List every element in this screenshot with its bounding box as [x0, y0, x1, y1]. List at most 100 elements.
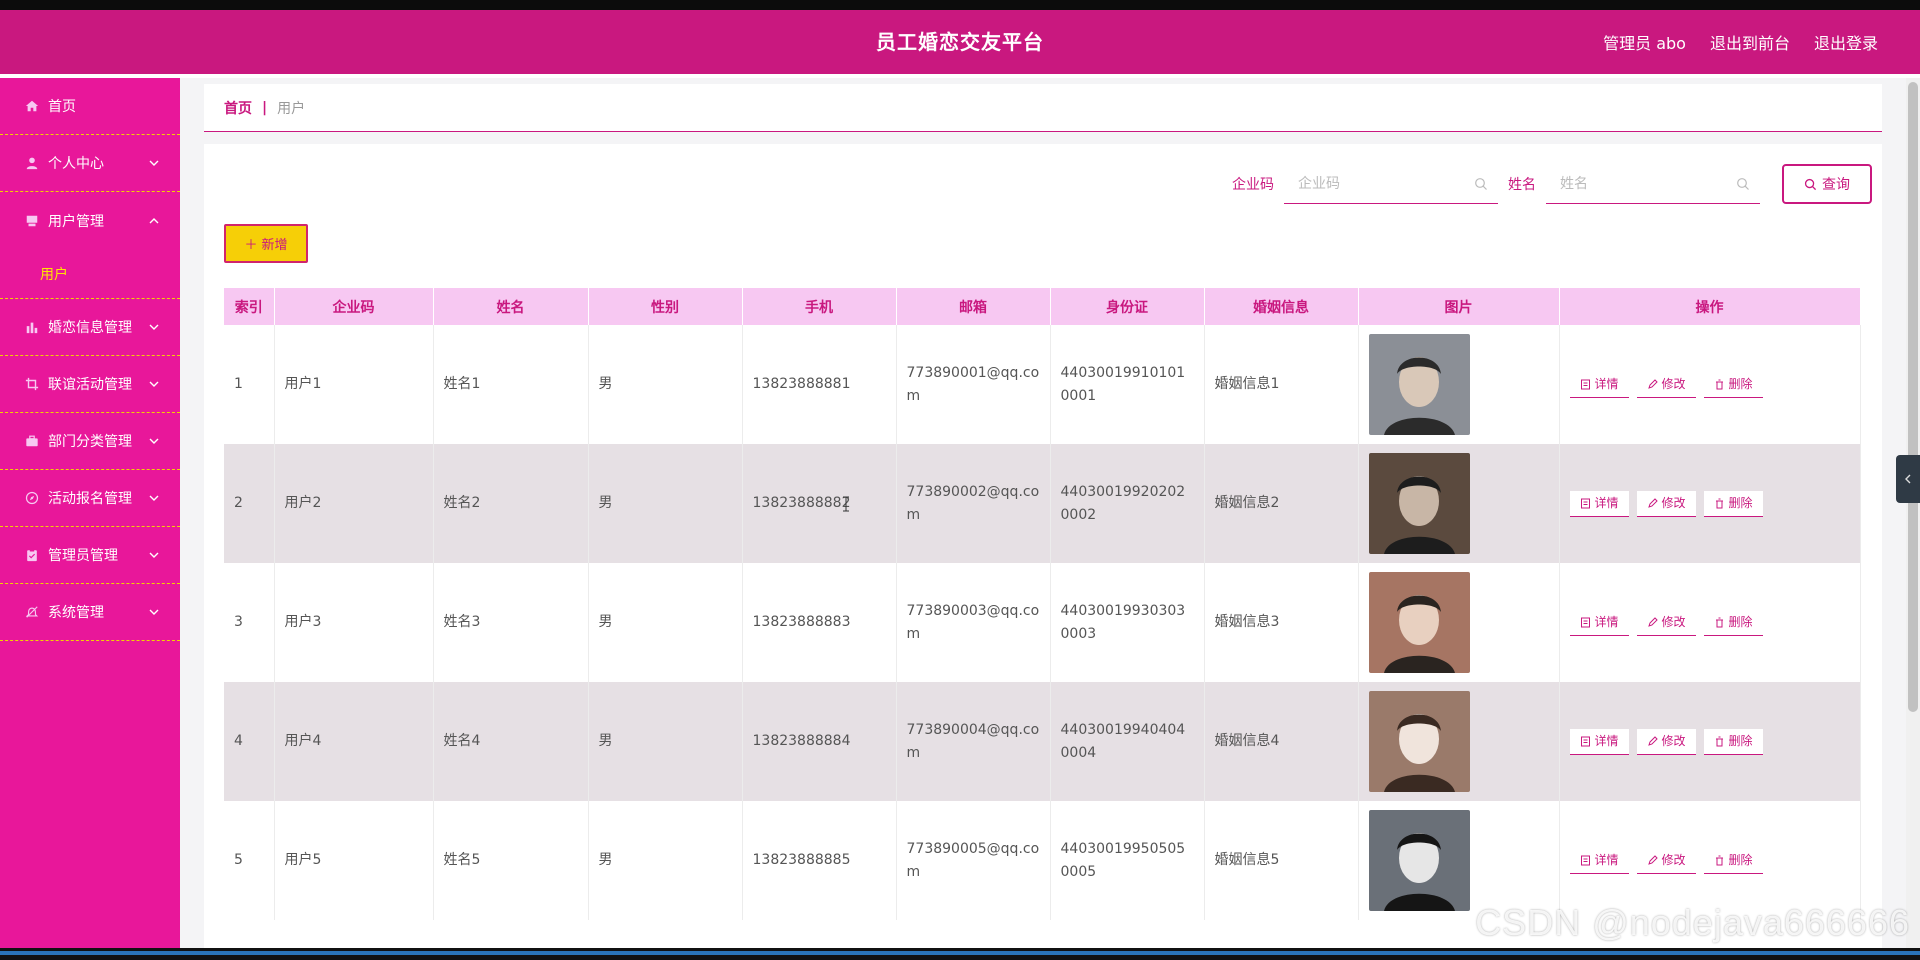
- action-label: 详情: [1594, 376, 1619, 391]
- sidebar-item-admin-management[interactable]: 管理员管理: [0, 527, 180, 584]
- cell-actions: 详情 修改 删除: [1559, 444, 1861, 563]
- cell-phone: 13823888884: [742, 682, 897, 801]
- cell-index: 5: [224, 801, 275, 920]
- cell-email: 773890004@qq.com: [896, 682, 1051, 801]
- cell-idcard: 440300199404040004: [1050, 682, 1205, 801]
- cell-index: 4: [224, 682, 275, 801]
- cell-phone: 13823888881: [742, 325, 897, 444]
- cell-name: 姓名4: [433, 682, 589, 801]
- breadcrumb-home[interactable]: 首页: [224, 98, 252, 118]
- cell-marriage: 婚姻信息4: [1204, 682, 1359, 801]
- logout-link[interactable]: 退出登录: [1814, 30, 1878, 54]
- cell-marriage: 婚姻信息5: [1204, 801, 1359, 920]
- action-label: 修改: [1661, 376, 1686, 391]
- edit-button[interactable]: 修改: [1636, 609, 1696, 636]
- chevron-down-icon: [149, 160, 159, 166]
- sidebar-item-activity-registration[interactable]: 活动报名管理: [0, 470, 180, 527]
- sidebar-item-home[interactable]: 首页: [0, 78, 180, 135]
- edit-button[interactable]: 修改: [1636, 490, 1696, 517]
- delete-button[interactable]: 删除: [1703, 609, 1763, 636]
- document-icon: [1580, 498, 1590, 508]
- sidebar-item-marriage-info[interactable]: 婚恋信息管理: [0, 299, 180, 356]
- cell-email: 773890001@qq.com: [896, 325, 1051, 444]
- name-input[interactable]: [1546, 164, 1760, 203]
- query-button-label: 查询: [1822, 177, 1850, 193]
- users-icon: [24, 213, 40, 229]
- chart-icon: [24, 319, 40, 335]
- admin-user-link[interactable]: 管理员 abo: [1603, 30, 1686, 54]
- table-row: 2 用户2 姓名2 男 13823888882 773890002@qq.com 44030…: [224, 444, 1861, 563]
- edit-button[interactable]: 修改: [1636, 728, 1696, 755]
- text-cursor-icon: [843, 496, 849, 512]
- chevron-down-icon: [149, 609, 159, 615]
- search-icon: [1804, 178, 1817, 190]
- column-header: 邮箱: [896, 288, 1051, 325]
- action-label: 详情: [1594, 733, 1619, 748]
- exit-to-frontend-link[interactable]: 退出到前台: [1710, 30, 1790, 54]
- user-photo[interactable]: [1368, 572, 1470, 673]
- detail-button[interactable]: 详情: [1569, 371, 1629, 398]
- video-progress-bar[interactable]: [0, 948, 1920, 960]
- breadcrumb-current: 用户: [277, 100, 306, 117]
- column-header: 操作: [1559, 288, 1861, 325]
- add-button[interactable]: ＋ 新增: [224, 224, 308, 263]
- query-button[interactable]: 查询: [1782, 164, 1872, 204]
- cell-idcard: 440300199505050005: [1050, 801, 1205, 920]
- action-label: 删除: [1728, 614, 1753, 629]
- column-header: 性别: [588, 288, 743, 325]
- edit-button[interactable]: 修改: [1636, 371, 1696, 398]
- main-area: 首页 | 用户 企业码 姓名 查询 ＋ 新增: [180, 78, 1920, 948]
- sidebar-item-system-management[interactable]: 系统管理: [0, 584, 180, 641]
- cell-name: 姓名2: [433, 444, 589, 563]
- trash-icon: [1715, 736, 1723, 746]
- user-photo[interactable]: [1368, 453, 1470, 554]
- delete-button[interactable]: 删除: [1703, 847, 1763, 874]
- sidebar-item-label: 系统管理: [48, 605, 104, 621]
- edit-button[interactable]: 修改: [1636, 847, 1696, 874]
- sidebar-item-user-management[interactable]: 用户管理: [0, 192, 180, 249]
- document-icon: [1580, 617, 1590, 627]
- chevron-left-icon: [1905, 474, 1911, 484]
- cell-code: 用户5: [274, 801, 434, 920]
- user-photo[interactable]: [1368, 810, 1470, 911]
- crop-icon: [24, 376, 40, 392]
- column-header: 身份证: [1050, 288, 1205, 325]
- delete-button[interactable]: 删除: [1703, 490, 1763, 517]
- user-photo[interactable]: [1368, 334, 1470, 435]
- action-label: 修改: [1661, 852, 1686, 867]
- user-icon: [24, 155, 40, 171]
- sidebar-item-department-category[interactable]: 部门分类管理: [0, 413, 180, 470]
- window-top-strip: [0, 0, 1920, 10]
- cell-actions: 详情 修改 删除: [1559, 325, 1861, 444]
- cell-email: 773890003@qq.com: [896, 563, 1051, 682]
- chevron-down-icon: [149, 495, 159, 501]
- sidebar-item-personal-center[interactable]: 个人中心: [0, 135, 180, 192]
- page-scrollbar[interactable]: [1906, 78, 1920, 948]
- search-icon: [1475, 178, 1487, 190]
- sidebar-item-label: 个人中心: [48, 156, 104, 172]
- sidebar-item-label: 联谊活动管理: [48, 377, 132, 393]
- chevron-down-icon: [149, 552, 159, 558]
- add-button-label: 新增: [261, 238, 288, 253]
- cell-name: 姓名1: [433, 325, 589, 444]
- column-header: 图片: [1358, 288, 1560, 325]
- cell-index: 1: [224, 325, 275, 444]
- detail-button[interactable]: 详情: [1569, 847, 1629, 874]
- scrollbar-thumb[interactable]: [1908, 82, 1918, 712]
- detail-button[interactable]: 详情: [1569, 490, 1629, 517]
- cell-code: 用户1: [274, 325, 434, 444]
- pencil-icon: [1647, 497, 1658, 508]
- sidebar-item-activity-management[interactable]: 联谊活动管理: [0, 356, 180, 413]
- detail-button[interactable]: 详情: [1569, 609, 1629, 636]
- sidebar-item-label: 活动报名管理: [48, 491, 132, 507]
- detail-button[interactable]: 详情: [1569, 728, 1629, 755]
- delete-button[interactable]: 删除: [1703, 728, 1763, 755]
- user-photo[interactable]: [1368, 691, 1470, 792]
- cell-name: 姓名5: [433, 801, 589, 920]
- search-icon: [1737, 178, 1749, 190]
- sidebar-subitem-user[interactable]: 用户: [0, 249, 180, 299]
- company-code-input[interactable]: [1284, 164, 1498, 203]
- cell-gender: 男: [588, 325, 743, 444]
- side-panel-toggle[interactable]: [1896, 455, 1920, 503]
- delete-button[interactable]: 删除: [1703, 371, 1763, 398]
